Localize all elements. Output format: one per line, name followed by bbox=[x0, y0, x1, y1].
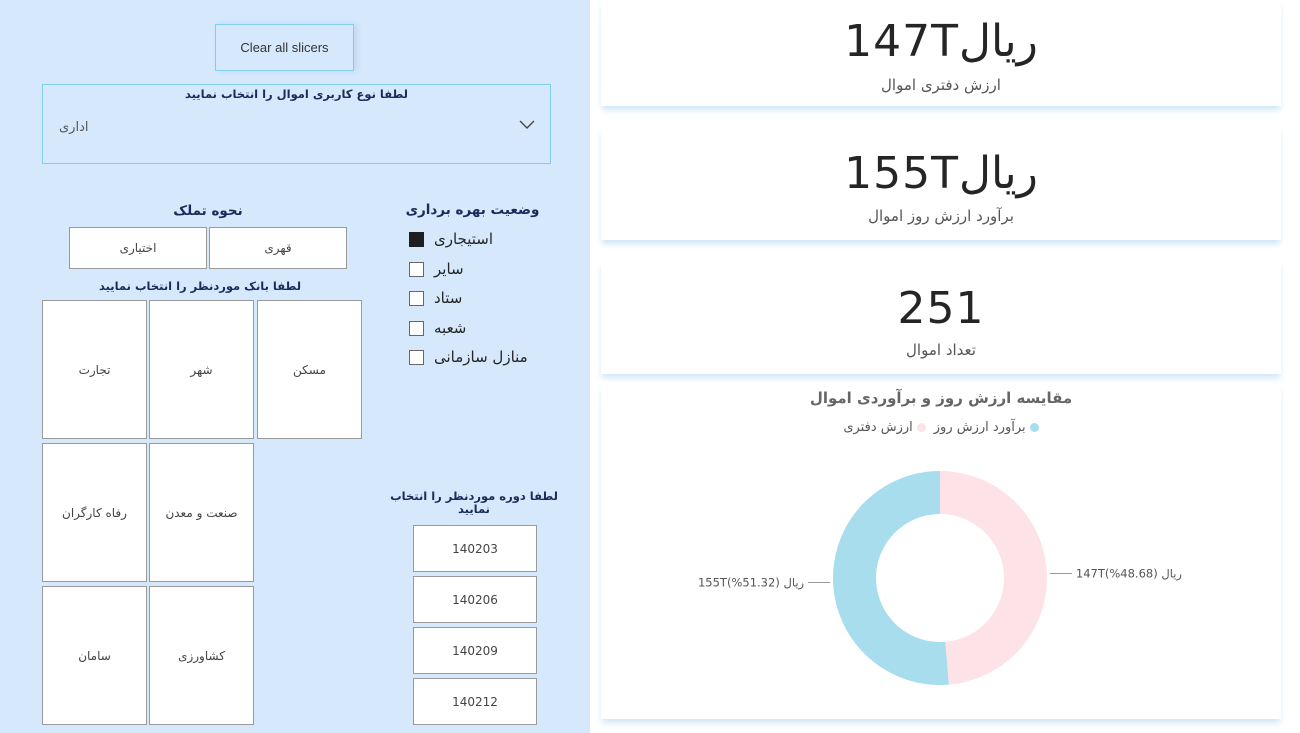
bank-tile-tejarat[interactable]: تجارت bbox=[42, 300, 147, 439]
usage-type-selected-value: اداری bbox=[59, 120, 89, 135]
bank-tile-shahr[interactable]: شهر bbox=[149, 300, 254, 439]
utilization-item-label: منازل سازمانی bbox=[434, 348, 528, 366]
checkbox[interactable] bbox=[409, 349, 424, 365]
checkbox[interactable] bbox=[409, 261, 424, 277]
utilization-item-label: شعبه bbox=[434, 319, 467, 337]
kpi-card-asset-count: 251 تعداد اموال bbox=[601, 261, 1281, 374]
bank-tile-refah[interactable]: رفاه کارگران bbox=[42, 443, 147, 582]
utilization-title: وضعیت بهره برداری bbox=[405, 202, 540, 218]
bank-tile-saman[interactable]: سامان bbox=[42, 586, 147, 725]
data-label: 155Tریال (51.32%) bbox=[698, 576, 804, 591]
period-tile[interactable]: 140209 bbox=[413, 627, 537, 674]
kpi-label: تعداد اموال bbox=[906, 341, 976, 359]
kpi-value: 147Tریال bbox=[844, 16, 1038, 67]
utilization-item-branch[interactable]: شعبه bbox=[409, 317, 466, 339]
utilization-item-org-housing[interactable]: منازل سازمانی bbox=[409, 346, 528, 368]
donut-chart-card: مقایسه ارزش روز و برآوردی اموال برآورد ا… bbox=[601, 384, 1281, 719]
slicer-panel: Clear all slicers لطفا نوع کاربری اموال … bbox=[0, 0, 590, 733]
donut-slice-1[interactable] bbox=[832, 471, 949, 685]
utilization-item-label: سایر bbox=[434, 260, 464, 278]
ownership-option-forced[interactable]: قهری bbox=[209, 227, 347, 269]
utilization-item-label: استیجاری bbox=[434, 230, 494, 248]
clear-all-slicers-button[interactable]: Clear all slicers bbox=[215, 24, 354, 71]
utilization-item-headquarters[interactable]: ستاد bbox=[409, 287, 462, 309]
bank-tile-keshavarzi[interactable]: کشاورزی bbox=[149, 586, 254, 725]
bank-slicer-title: لطفا بانک موردنظر را انتخاب نمایید bbox=[98, 279, 302, 293]
kpi-card-book-value: 147Tریال ارزش دفتری اموال bbox=[601, 0, 1281, 106]
checkbox[interactable] bbox=[409, 320, 424, 336]
data-label: 147Tریال (48.68%) bbox=[1076, 566, 1182, 581]
utilization-item-rented[interactable]: استیجاری bbox=[409, 228, 493, 250]
donut-chart: 147Tریال (48.68%) 155Tریال (51.32%) bbox=[698, 471, 1182, 685]
usage-type-title: لطفا نوع کاربری اموال را انتخاب نمایید bbox=[184, 87, 409, 101]
kpi-label: برآورد ارزش روز اموال bbox=[868, 207, 1014, 225]
period-tile[interactable]: 140203 bbox=[413, 525, 537, 572]
utilization-item-other[interactable]: سایر bbox=[409, 258, 464, 280]
bank-tile-sanat-madan[interactable]: صنعت و معدن bbox=[149, 443, 254, 582]
checkbox-checked[interactable] bbox=[409, 231, 424, 247]
bank-tile-maskan[interactable]: مسکن bbox=[257, 300, 362, 439]
period-tile[interactable]: 140206 bbox=[413, 576, 537, 623]
utilization-item-label: ستاد bbox=[434, 289, 463, 307]
period-tile[interactable]: 140212 bbox=[413, 678, 537, 725]
checkbox[interactable] bbox=[409, 290, 424, 306]
ownership-option-optional[interactable]: اختیاری bbox=[69, 227, 207, 269]
chevron-down-icon[interactable] bbox=[518, 115, 536, 133]
kpi-card-current-value: 155Tریال برآورد ارزش روز اموال bbox=[601, 126, 1281, 240]
kpi-value: 251 bbox=[897, 283, 985, 334]
donut-slice-0[interactable] bbox=[940, 471, 1047, 685]
kpi-value: 155Tریال bbox=[844, 148, 1038, 199]
period-slicer-title: لطفا دوره موردنظر را انتخاب نمایید bbox=[390, 489, 558, 516]
ownership-title: نحوه تملک bbox=[173, 203, 243, 219]
usage-type-dropdown[interactable]: لطفا نوع کاربری اموال را انتخاب نمایید ا… bbox=[42, 84, 551, 164]
kpi-label: ارزش دفتری اموال bbox=[881, 76, 1001, 94]
